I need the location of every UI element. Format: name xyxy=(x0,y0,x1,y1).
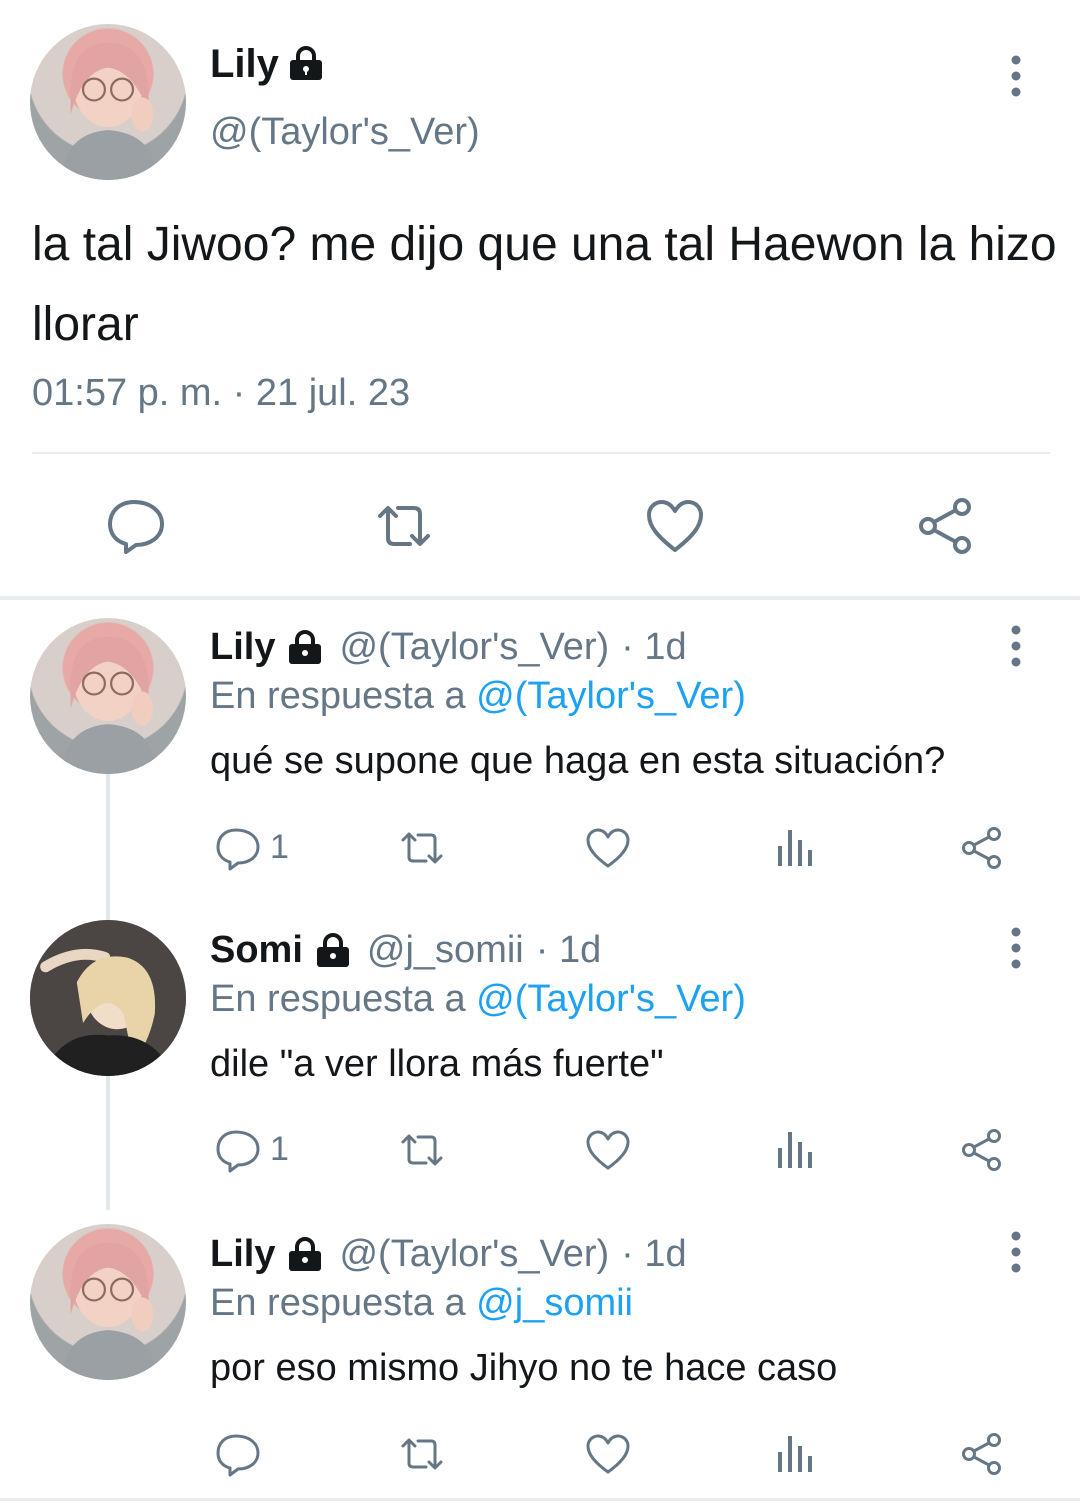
lock-icon xyxy=(289,1236,322,1271)
bottom-separator xyxy=(0,1498,1080,1501)
section-separator xyxy=(0,596,1080,600)
more-vertical-icon[interactable] xyxy=(1006,926,1026,970)
heart-icon[interactable] xyxy=(584,824,632,872)
heart-icon[interactable] xyxy=(584,1126,632,1174)
lock-icon xyxy=(290,46,322,80)
reply-text: por eso mismo Jihyo no te hace caso xyxy=(210,1347,838,1389)
reply-text: dile "a ver llora más fuerte" xyxy=(210,1043,664,1085)
reply-mention-link[interactable]: @j_somii xyxy=(476,1282,633,1324)
share-icon[interactable] xyxy=(958,824,1006,872)
reply-header: Lily @(Taylor's_Ver) · 1d xyxy=(210,1233,687,1276)
tweet-text: la tal Jiwoo? me dijo que una tal Haewon… xyxy=(32,218,1057,351)
author-handle[interactable]: @(Taylor's_Ver) xyxy=(210,111,480,154)
reply-icon[interactable] xyxy=(104,494,168,558)
reply-header: Lily @(Taylor's_Ver) · 1d xyxy=(210,626,687,669)
reply-mention-link[interactable]: @(Taylor's_Ver) xyxy=(476,978,746,1020)
reply-icon[interactable] xyxy=(214,1430,262,1478)
reply-author-handle[interactable]: @j_somii xyxy=(367,929,524,972)
share-icon[interactable] xyxy=(958,1126,1006,1174)
reply-author-handle[interactable]: @(Taylor's_Ver) xyxy=(339,626,609,669)
reply-avatar[interactable] xyxy=(30,920,186,1076)
more-vertical-icon[interactable] xyxy=(1006,624,1026,668)
reply-header: Somi @j_somii · 1d xyxy=(210,929,601,972)
analytics-icon[interactable] xyxy=(772,1126,820,1174)
heart-icon[interactable] xyxy=(643,494,707,558)
reply-age: · 1d xyxy=(535,929,602,971)
reply-age: · 1d xyxy=(621,1233,687,1275)
reply-text: qué se supone que haga en esta situación… xyxy=(210,740,946,782)
reply-age: · 1d xyxy=(621,626,687,668)
reply-author-handle[interactable]: @(Taylor's_Ver) xyxy=(339,1233,609,1276)
reply-context: En respuesta a @(Taylor's_Ver) xyxy=(210,978,746,1021)
lock-icon xyxy=(289,629,322,664)
avatar-image xyxy=(61,1242,158,1380)
heart-icon[interactable] xyxy=(584,1430,632,1478)
author-name[interactable]: Lily xyxy=(210,42,279,87)
reply-prefix: En respuesta a xyxy=(210,1282,477,1324)
retweet-icon[interactable] xyxy=(398,1126,446,1174)
reply-context: En respuesta a @j_somii xyxy=(210,1282,633,1325)
tweet-timestamp: 01:57 p. m. · 21 jul. 23 xyxy=(32,372,411,414)
reply-prefix: En respuesta a xyxy=(210,675,477,717)
more-vertical-icon[interactable] xyxy=(1006,54,1026,98)
divider xyxy=(32,452,1050,454)
reply-author-name[interactable]: Lily xyxy=(210,1233,275,1276)
avatar-image xyxy=(61,636,158,774)
reply-prefix: En respuesta a xyxy=(210,978,477,1020)
share-icon[interactable] xyxy=(914,494,978,558)
reply-avatar[interactable] xyxy=(30,618,186,774)
analytics-icon[interactable] xyxy=(772,1430,820,1478)
reply-count: 1 xyxy=(270,1130,289,1168)
share-icon[interactable] xyxy=(958,1430,1006,1478)
reply-count: 1 xyxy=(270,828,289,866)
avatar-image xyxy=(30,920,186,1076)
reply-author-name[interactable]: Lily xyxy=(210,626,275,669)
lock-icon xyxy=(316,932,349,967)
avatar-image xyxy=(61,42,158,180)
reply-author-name[interactable]: Somi xyxy=(210,929,303,972)
reply-mention-link[interactable]: @(Taylor's_Ver) xyxy=(476,675,746,717)
reply-avatar[interactable] xyxy=(30,1224,186,1380)
reply-icon[interactable] xyxy=(214,1126,262,1174)
more-vertical-icon[interactable] xyxy=(1006,1230,1026,1274)
retweet-icon[interactable] xyxy=(398,824,446,872)
reply-icon[interactable] xyxy=(214,824,262,872)
retweet-icon[interactable] xyxy=(398,1430,446,1478)
analytics-icon[interactable] xyxy=(772,824,820,872)
reply-context: En respuesta a @(Taylor's_Ver) xyxy=(210,675,746,718)
retweet-icon[interactable] xyxy=(372,494,436,558)
main-avatar[interactable] xyxy=(30,24,186,180)
